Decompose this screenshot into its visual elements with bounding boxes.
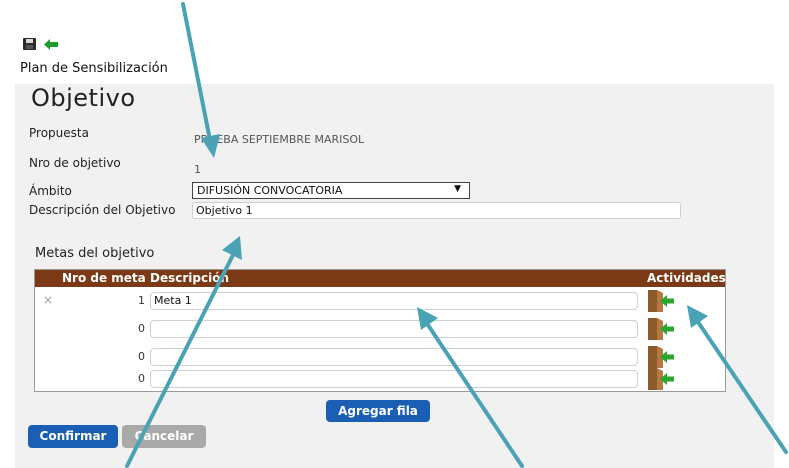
annotation-arrow [696,320,788,454]
annotation-arrow [426,323,524,468]
annotation-arrows [125,2,788,468]
annotation-arrow [181,2,212,142]
annotation-arrow [125,253,235,468]
annotation-arrowhead [201,134,220,158]
